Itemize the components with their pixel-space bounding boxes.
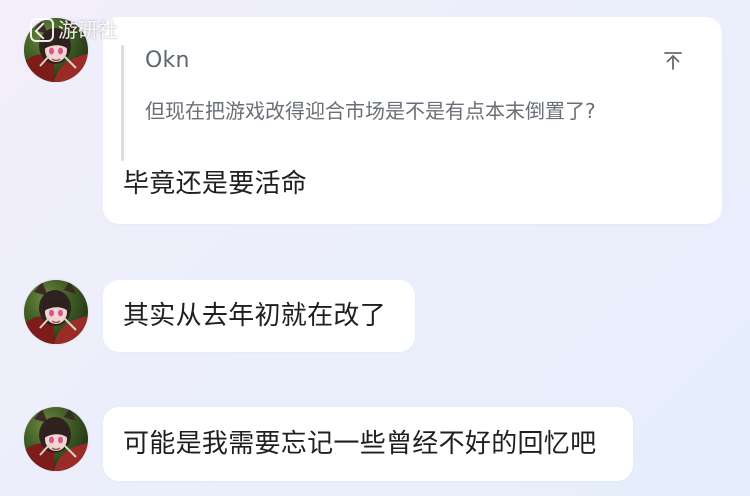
avatar[interactable]	[24, 18, 88, 82]
avatar-image	[24, 18, 88, 82]
message-text: 其实从去年初就在改了	[123, 301, 387, 331]
quote-text: 但现在把游戏改得迎合市场是不是有点本末倒置了?	[145, 99, 596, 123]
avatar[interactable]	[24, 407, 88, 471]
quoted-message[interactable]: Okn 但现在把游戏改得迎合市场是不是有点本末倒置了?	[121, 39, 697, 161]
jump-to-top-icon[interactable]	[659, 47, 687, 75]
message-bubble[interactable]: Okn 但现在把游戏改得迎合市场是不是有点本末倒置了? 毕竟还是要活命	[103, 17, 722, 224]
message-text: 可能是我需要忘记一些曾经不好的回忆吧	[123, 429, 597, 459]
quote-bar	[121, 45, 124, 161]
avatar-image	[24, 280, 88, 344]
avatar[interactable]	[24, 280, 88, 344]
message-text: 毕竟还是要活命	[123, 169, 308, 199]
message-bubble[interactable]: 其实从去年初就在改了	[103, 280, 415, 352]
message-bubble[interactable]: 可能是我需要忘记一些曾经不好的回忆吧	[103, 407, 633, 481]
avatar-image	[24, 407, 88, 471]
quote-author: Okn	[145, 48, 190, 73]
